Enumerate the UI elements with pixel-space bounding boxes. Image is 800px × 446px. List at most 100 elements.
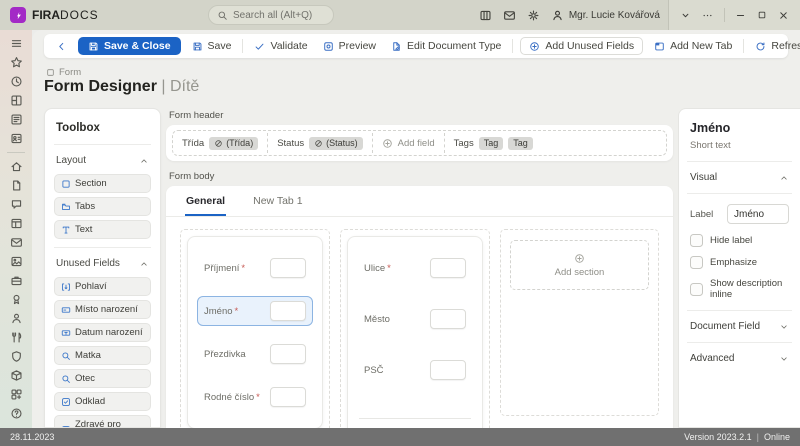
section-card-personal[interactable]: Příjmení * Jméno * Přezdivka Rodné číslo… (187, 236, 323, 428)
tag-chip[interactable]: Tag (508, 136, 533, 150)
tab-new-tab-1[interactable]: New Tab 1 (252, 186, 303, 216)
label-field-input[interactable] (727, 204, 789, 224)
document-field-section-header[interactable]: Document Field (690, 321, 789, 332)
section-dropzone[interactable]: Ulice * Město PSČ (340, 229, 490, 428)
section-card-address[interactable]: Ulice * Město PSČ (347, 236, 483, 428)
modules-grid-icon[interactable] (10, 388, 23, 401)
header-field-tags[interactable]: Tags Tag Tag (454, 136, 533, 150)
field-rodne-cislo[interactable]: Rodné číslo * (197, 382, 313, 412)
boards-icon[interactable] (479, 9, 492, 22)
add-section-button[interactable]: Add section (510, 240, 649, 290)
unused-field-matka[interactable]: Matka (54, 346, 151, 365)
edit-document-type-button[interactable]: Edit Document Type (387, 38, 505, 54)
hide-label-checkbox[interactable] (690, 234, 703, 247)
tag-chip[interactable]: Tag (478, 136, 504, 150)
header-field-trida[interactable]: Třída (Třída) (182, 136, 259, 150)
header-field-status[interactable]: Status (Status) (277, 136, 363, 150)
home-icon[interactable] (10, 160, 23, 173)
toolbox-item-text[interactable]: Text (54, 220, 151, 239)
tab-general[interactable]: General (185, 186, 227, 216)
app-brand[interactable]: FIRADOCS (10, 7, 99, 23)
selected-field-title: Jméno (690, 121, 731, 135)
history-clock-icon[interactable] (10, 75, 23, 88)
back-button[interactable] (52, 39, 71, 54)
unused-field-pohlavi[interactable]: Pohlaví (54, 277, 151, 296)
window-close-icon[interactable] (778, 10, 789, 21)
menu-icon[interactable] (10, 37, 23, 50)
favorites-star-icon[interactable] (10, 56, 23, 69)
apps-icon[interactable] (10, 94, 23, 107)
unused-field-datum-narozeni[interactable]: Datum narození (54, 323, 151, 342)
field-input-box[interactable] (430, 309, 466, 329)
refresh-button[interactable]: Refresh (751, 38, 800, 54)
window-minimize-icon[interactable] (735, 10, 746, 21)
window-maximize-icon[interactable] (757, 10, 767, 20)
window-chevron-down-icon[interactable] (680, 10, 691, 21)
save-close-button[interactable]: Save & Close (78, 37, 181, 55)
search-input[interactable] (233, 9, 325, 21)
chevron-up-icon (779, 173, 789, 183)
field-input-box[interactable] (430, 258, 466, 278)
global-search[interactable] (208, 5, 334, 25)
unused-field-odklad[interactable]: Odklad (54, 392, 151, 411)
validate-button[interactable]: Validate (250, 38, 311, 54)
contact-card-icon[interactable] (10, 132, 23, 145)
edit-document-icon (391, 41, 402, 52)
field-input-box[interactable] (270, 387, 306, 407)
unused-field-otec[interactable]: Otec (54, 369, 151, 388)
save-icon (192, 41, 203, 52)
section-dropzone[interactable]: Příjmení * Jméno * Přezdivka Rodné číslo… (180, 229, 330, 428)
advanced-section-header[interactable]: Advanced (690, 353, 789, 364)
field-input-box[interactable] (270, 258, 306, 278)
field-psc[interactable]: PSČ (357, 355, 473, 385)
add-unused-fields-button[interactable]: Add Unused Fields (520, 37, 644, 55)
calendar-icon[interactable] (10, 217, 23, 230)
field-ulice[interactable]: Ulice * (357, 253, 473, 283)
status-online: Online (763, 432, 790, 442)
field-jmeno-selected[interactable]: Jméno * (197, 296, 313, 326)
user-menu[interactable]: Mgr. Lucie Kovářová (551, 9, 660, 22)
visual-section-header[interactable]: Visual (690, 172, 789, 183)
meals-icon[interactable] (10, 331, 23, 344)
date-field-icon (61, 328, 71, 338)
field-input-box[interactable] (270, 301, 306, 321)
page-title-document: Dítě (169, 78, 200, 95)
unused-field-zdrave-pro-prijeti[interactable]: Zdravé pro přijetí (54, 415, 151, 427)
field-prijmeni[interactable]: Příjmení * (197, 253, 313, 283)
messages-icon[interactable] (10, 236, 23, 249)
save-button[interactable]: Save (188, 38, 236, 54)
inbox-mail-icon[interactable] (503, 9, 516, 22)
field-input-box[interactable] (430, 360, 466, 380)
field-mesto[interactable]: Město (357, 304, 473, 334)
emphasize-checkbox[interactable] (690, 256, 703, 269)
field-input-box[interactable] (270, 344, 306, 364)
preview-button[interactable]: Preview (319, 38, 380, 54)
toolbox-section-layout[interactable]: Layout (54, 145, 151, 174)
toolbox-item-section[interactable]: Section (54, 174, 151, 193)
add-new-tab-button[interactable]: Add New Tab (650, 38, 736, 54)
award-icon[interactable] (10, 293, 23, 306)
status-value-chip[interactable]: (Status) (309, 136, 363, 150)
forms-icon[interactable] (10, 113, 23, 126)
settings-gear-icon[interactable] (527, 9, 540, 22)
unused-field-misto-narozeni[interactable]: Místo narození (54, 300, 151, 319)
package-icon[interactable] (10, 369, 23, 382)
toolbox-item-tabs[interactable]: Tabs (54, 197, 151, 216)
window-more-icon[interactable] (702, 10, 713, 21)
shield-icon[interactable] (10, 350, 23, 363)
section-dropzone[interactable]: Add section (500, 229, 659, 416)
field-prezdivka[interactable]: Přezdivka (197, 339, 313, 369)
document-icon[interactable] (10, 179, 23, 192)
person-icon[interactable] (10, 312, 23, 325)
briefcase-icon[interactable] (10, 274, 23, 287)
show-description-inline-checkbox[interactable] (690, 282, 703, 296)
main-content: Save & Close Save Validate Preview Edit … (32, 30, 800, 428)
breadcrumb[interactable]: Form (46, 67, 81, 78)
gallery-icon[interactable] (10, 255, 23, 268)
form-header-dropzone[interactable]: Třída (Třída) Status (Status) Add field … (172, 130, 667, 156)
chat-icon[interactable] (10, 198, 23, 211)
toolbox-section-unused-fields[interactable]: Unused Fields (54, 248, 151, 277)
add-field-button[interactable]: Add field (382, 138, 435, 149)
help-icon[interactable] (10, 407, 23, 420)
trida-value-chip[interactable]: (Třída) (209, 136, 259, 150)
